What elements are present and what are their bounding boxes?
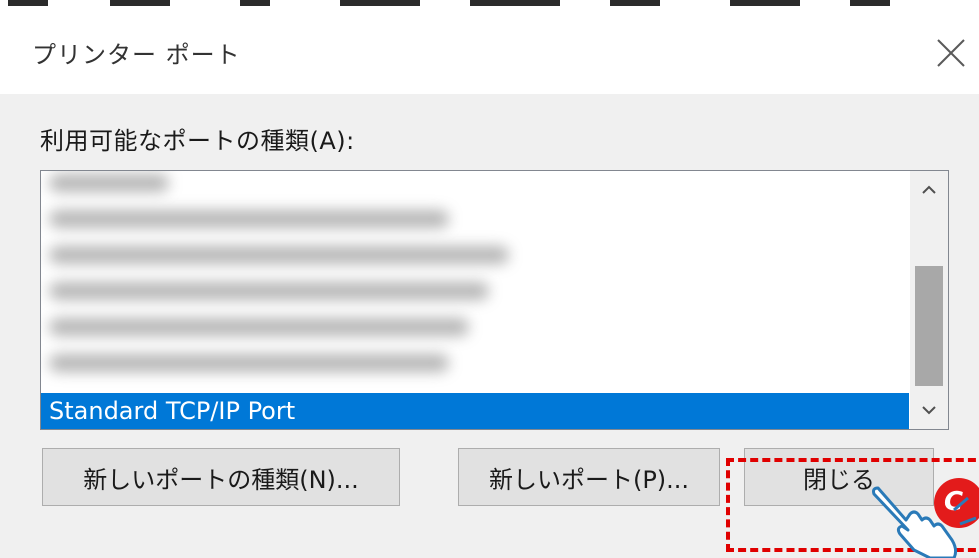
blurred-item-text	[49, 354, 449, 372]
port-types-label: 利用可能なポートの種類(A):	[40, 127, 355, 155]
chevron-down-icon[interactable]	[910, 391, 948, 429]
listbox-scrollbar[interactable]	[910, 171, 948, 429]
cropped-background-strip	[0, 0, 979, 14]
port-types-listbox[interactable]: Standard TCP/IP Port	[40, 170, 949, 430]
chevron-up-icon[interactable]	[910, 171, 948, 209]
scrollbar-thumb[interactable]	[915, 266, 943, 386]
list-item[interactable]	[41, 273, 489, 309]
blurred-item-text	[49, 282, 489, 300]
list-item-selected[interactable]: Standard TCP/IP Port	[41, 393, 909, 429]
blurred-item-text	[49, 318, 469, 336]
new-port-button[interactable]: 新しいポート(P)...	[458, 448, 720, 506]
blurred-item-text	[49, 210, 449, 228]
list-item[interactable]	[41, 309, 469, 345]
dialog-title-bar: プリンター ポート	[0, 14, 979, 94]
blurred-item-text	[49, 246, 509, 264]
dialog-title: プリンター ポート	[32, 41, 241, 69]
blurred-item-text	[49, 174, 169, 192]
pointing-hand-icon	[872, 486, 977, 558]
list-item[interactable]	[41, 201, 449, 237]
list-item-label: Standard TCP/IP Port	[49, 397, 296, 425]
list-item[interactable]	[41, 237, 509, 273]
list-item[interactable]	[41, 171, 169, 201]
list-item[interactable]	[41, 345, 449, 381]
close-x-icon[interactable]	[934, 36, 968, 70]
new-port-type-button[interactable]: 新しいポートの種類(N)...	[42, 448, 400, 506]
